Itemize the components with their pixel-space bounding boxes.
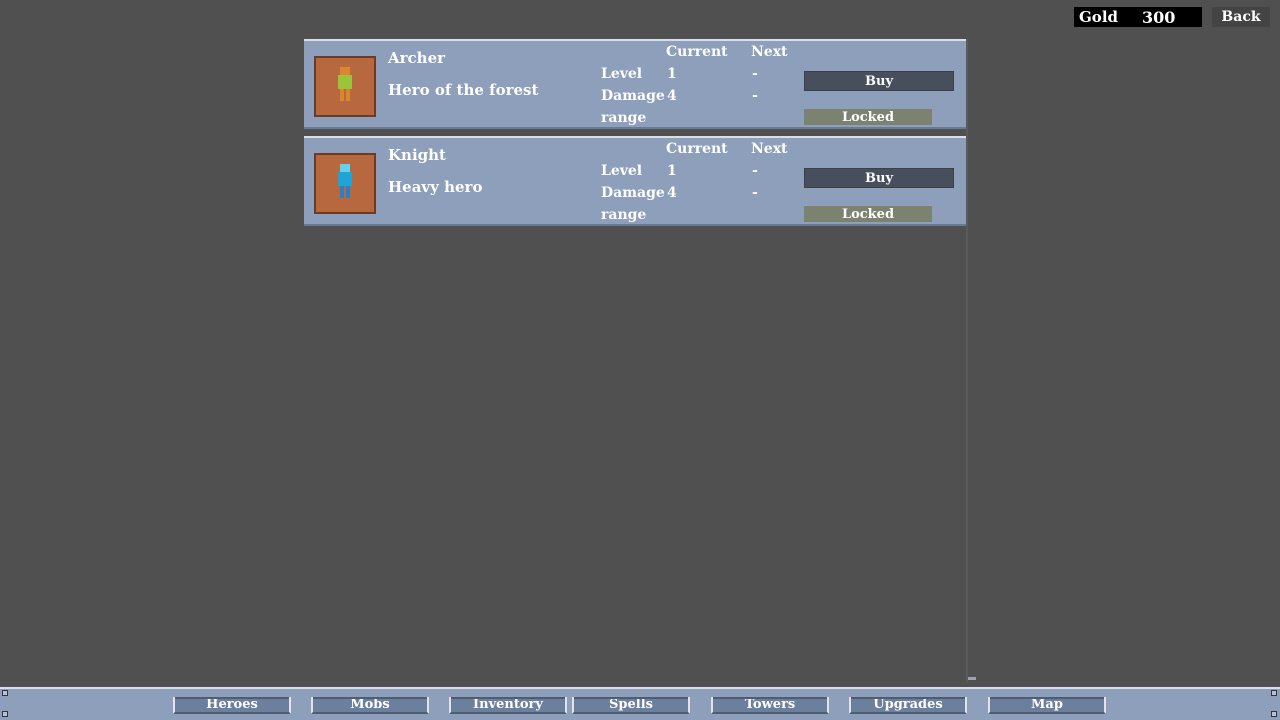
corner-ornament-icon [1271,711,1277,717]
corner-ornament-icon [1271,690,1277,696]
sprite-head [340,164,350,172]
locked-status-badge: Locked [804,109,932,125]
stat-label-range: range [601,110,647,126]
tab-inventory[interactable]: Inventory [449,697,567,714]
hero-card-archer: Archer Hero of the forest Current Next L… [304,39,968,129]
scrollbar-end-cap [968,677,976,680]
list-scrollbar[interactable] [966,39,968,683]
gold-label: Gold [1079,8,1119,26]
stat-current-damage: 4 [667,88,677,104]
tab-map[interactable]: Map [988,697,1106,714]
stat-next-damage: - [752,88,758,104]
stat-next-damage: - [752,185,758,201]
hero-portrait [314,153,376,214]
stat-current-damage: 4 [667,185,677,201]
tab-spells[interactable]: Spells [572,697,690,714]
hero-list[interactable]: Archer Hero of the forest Current Next L… [304,39,968,683]
column-header-next: Next [751,141,788,157]
sprite-leg-left [340,186,344,198]
stat-label-range: range [601,207,647,223]
hero-description: Heavy hero [388,178,483,196]
knight-sprite-icon [338,164,352,198]
tab-heroes[interactable]: Heroes [173,697,291,714]
sprite-head [340,67,350,75]
buy-button[interactable]: Buy [804,168,954,188]
sprite-leg-right [346,186,350,198]
hero-name: Archer [388,49,446,67]
stat-label-level: Level [601,66,643,82]
sprite-leg-left [340,89,344,101]
tab-mobs[interactable]: Mobs [311,697,429,714]
hero-description: Hero of the forest [388,81,539,99]
stat-next-level: - [752,66,758,82]
corner-ornament-icon [2,690,8,696]
hero-portrait [314,56,376,117]
gold-value: 300 [1142,7,1176,27]
column-header-current: Current [666,141,728,157]
stat-label-level: Level [601,163,643,179]
stat-next-level: - [752,163,758,179]
archer-sprite-icon [338,67,352,101]
sprite-leg-right [346,89,350,101]
sprite-body [338,172,352,186]
stat-label-damage: Damage [601,88,665,104]
locked-status-badge: Locked [804,206,932,222]
hero-name: Knight [388,146,446,164]
stat-current-level: 1 [667,66,677,82]
sprite-body [338,75,352,89]
hero-card-knight: Knight Heavy hero Current Next Level 1 -… [304,136,968,226]
buy-button[interactable]: Buy [804,71,954,91]
tab-towers[interactable]: Towers [711,697,829,714]
column-header-next: Next [751,44,788,60]
stat-current-level: 1 [667,163,677,179]
stat-label-damage: Damage [601,185,665,201]
bottom-nav-bar: Heroes Mobs Inventory Spells Towers Upgr… [0,687,1280,720]
tab-upgrades[interactable]: Upgrades [849,697,967,714]
back-button[interactable]: Back [1212,7,1270,27]
corner-ornament-icon [2,711,8,717]
gold-display: Gold 300 [1074,7,1202,27]
column-header-current: Current [666,44,728,60]
